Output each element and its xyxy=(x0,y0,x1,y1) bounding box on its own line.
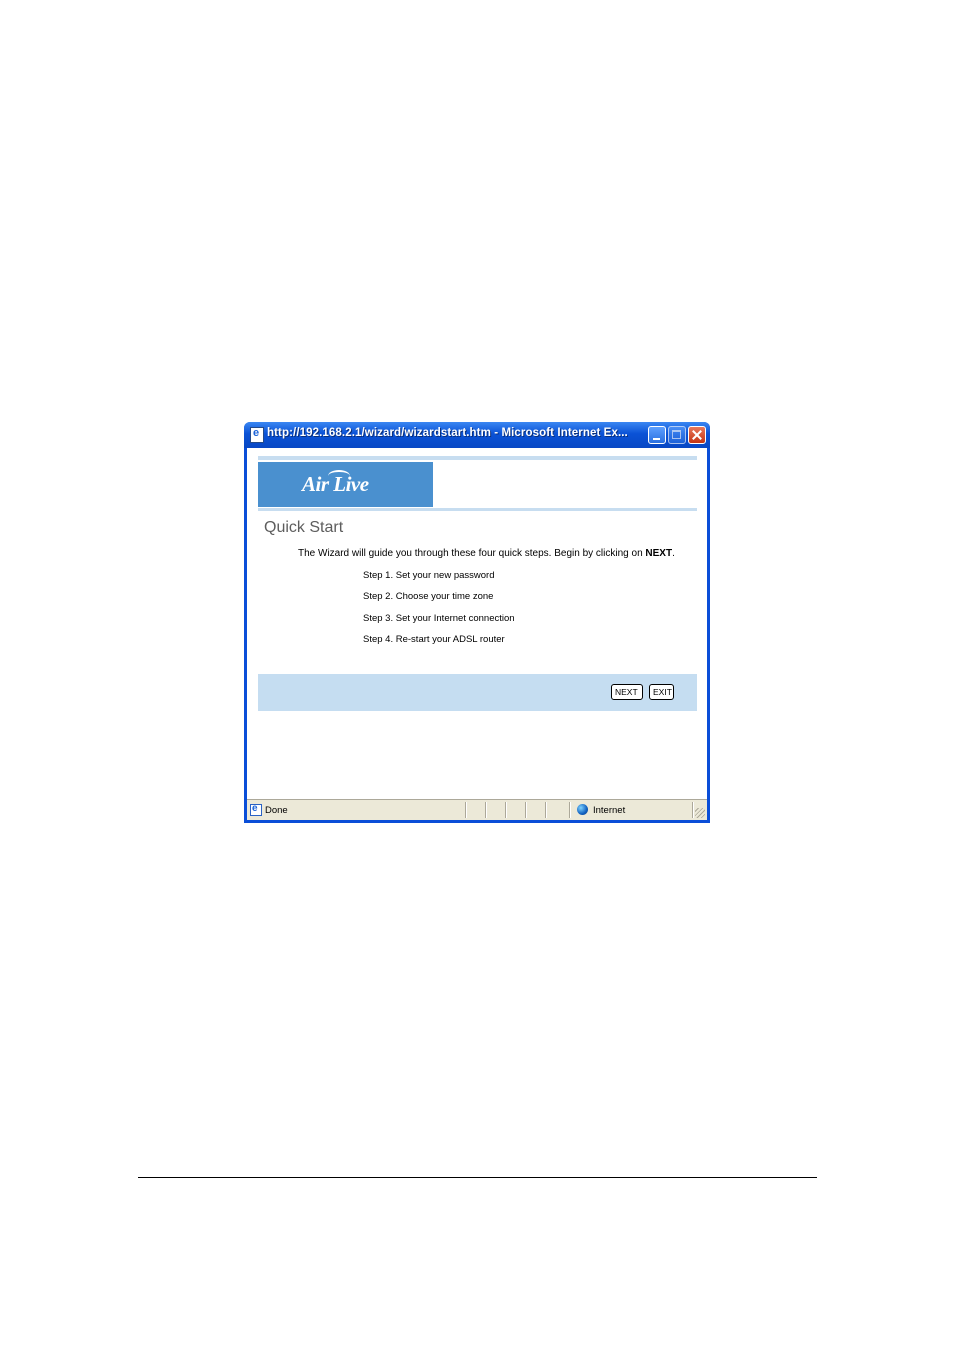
browser-window: http://192.168.2.1/wizard/wizardstart.ht… xyxy=(244,422,710,823)
maximize-button[interactable] xyxy=(668,426,686,444)
step-item: Step 2. Choose your time zone xyxy=(363,591,494,602)
internet-zone-globe-icon xyxy=(577,804,588,815)
window-title: http://192.168.2.1/wizard/wizardstart.ht… xyxy=(267,427,628,439)
title-bar[interactable]: http://192.168.2.1/wizard/wizardstart.ht… xyxy=(244,422,710,448)
intro-text: The Wizard will guide you through these … xyxy=(298,548,675,559)
page-content: Air Live Quick Start The Wizard will gui… xyxy=(247,448,707,799)
header-divider-bottom xyxy=(258,508,697,511)
resize-grip-icon[interactable] xyxy=(695,808,705,818)
internet-explorer-icon xyxy=(250,427,264,443)
exit-button[interactable]: EXIT xyxy=(649,684,674,700)
minimize-button[interactable] xyxy=(648,426,666,444)
security-zone-text: Internet xyxy=(593,805,626,816)
status-separator xyxy=(545,802,546,818)
intro-prefix: The Wizard will guide you through these … xyxy=(298,548,646,559)
status-text: Done xyxy=(265,805,288,816)
page-footer-rule xyxy=(138,1177,817,1178)
step-item: Step 1. Set your new password xyxy=(363,570,495,581)
intro-next-keyword: NEXT xyxy=(645,548,673,559)
status-bar: Done Internet xyxy=(247,799,707,820)
step-item: Step 4. Re-start your ADSL router xyxy=(363,634,505,645)
status-separator xyxy=(692,802,693,818)
header-divider xyxy=(258,456,697,460)
status-separator xyxy=(485,802,486,818)
wizard-action-bar: NEXT EXIT xyxy=(258,674,697,711)
next-button[interactable]: NEXT xyxy=(611,684,643,700)
page-title: Quick Start xyxy=(264,519,344,536)
logo-banner: Air Live xyxy=(258,462,433,507)
status-separator xyxy=(505,802,506,818)
status-separator xyxy=(465,802,466,818)
status-separator xyxy=(525,802,526,818)
step-item: Step 3. Set your Internet connection xyxy=(363,613,515,624)
intro-suffix: . xyxy=(672,548,675,559)
page-status-icon xyxy=(250,803,262,816)
airlive-logo: Air Live xyxy=(302,472,369,496)
status-separator xyxy=(569,802,570,818)
close-button[interactable] xyxy=(688,426,706,444)
